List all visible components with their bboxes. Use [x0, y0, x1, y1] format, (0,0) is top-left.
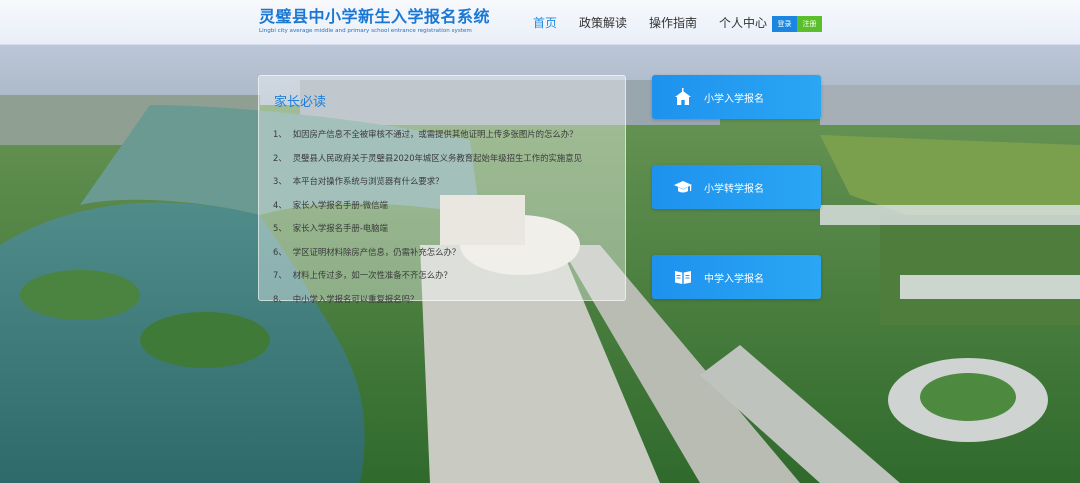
- nav-personal-center[interactable]: 个人中心: [719, 16, 767, 30]
- notice-item-number: 1、: [273, 129, 287, 139]
- notice-item-text: 中小学入学报名可以重复报名吗？: [292, 293, 419, 304]
- notice-item-number: 3、: [273, 176, 287, 186]
- primary-school-enroll-button[interactable]: 小学入学报名: [652, 75, 821, 119]
- notice-item[interactable]: 1、 如因房产信息不全被审核不通过，或需提供其他证明上传多张图片的怎么办？: [273, 128, 582, 152]
- notice-item[interactable]: 6、 学区证明材料除房产信息，仍需补充怎么办？: [273, 246, 582, 270]
- notice-item-text: 家长入学报名手册-电脑端: [292, 223, 388, 233]
- brand: 灵璧县中小学新生入学报名系统 Lingbi city average middl…: [259, 7, 490, 35]
- notice-item[interactable]: 5、 家长入学报名手册-电脑端: [273, 222, 582, 246]
- action-label: 小学转学报名: [704, 183, 764, 195]
- notice-item-number: 2、: [273, 152, 287, 163]
- parent-notice-panel: 家长必读 1、 如因房产信息不全被审核不通过，或需提供其他证明上传多张图片的怎么办…: [258, 75, 626, 304]
- notice-item-number: 7、: [273, 270, 287, 280]
- open-book-icon: [672, 266, 694, 288]
- notice-item-text: 灵璧县人民政府关于灵璧县2020年城区义务教育起始年级招生工作的实施意见: [292, 152, 583, 163]
- notice-list: 1、 如因房产信息不全被审核不通过，或需提供其他证明上传多张图片的怎么办？ 2、灵…: [273, 128, 582, 316]
- school-building-icon: [672, 86, 694, 108]
- notice-item-text: 材料上传过多，如一次性准备不齐怎么办？: [292, 270, 452, 280]
- main-nav: 首页 政策解读 操作指南 个人中心: [533, 16, 789, 30]
- top-header: 灵璧县中小学新生入学报名系统 Lingbi city average middl…: [0, 0, 1080, 45]
- notice-item-text: 学区证明材料除房产信息，仍需补充怎么办？: [292, 246, 461, 257]
- nav-policy[interactable]: 政策解读: [579, 16, 627, 30]
- middle-school-enroll-button[interactable]: 中学入学报名: [652, 255, 821, 299]
- notice-item-number: 5、: [273, 223, 287, 233]
- notice-item-text: 家长入学报名手册-微信端: [292, 199, 388, 210]
- site-title: 灵璧县中小学新生入学报名系统: [259, 7, 491, 26]
- action-label: 中学入学报名: [704, 273, 764, 285]
- notice-item-number: 6、: [273, 246, 287, 257]
- notice-item[interactable]: 4、 家长入学报名手册-微信端: [273, 199, 582, 223]
- primary-school-transfer-button[interactable]: 小学转学报名: [652, 165, 821, 209]
- notice-item-text: 如因房产信息不全被审核不通过，或需提供其他证明上传多张图片的怎么办？: [292, 129, 578, 139]
- graduation-cap-icon: [672, 176, 694, 198]
- nav-home[interactable]: 首页: [533, 16, 557, 30]
- site-subtitle: Lingbi city average middle and primary s…: [259, 28, 472, 34]
- action-label: 小学入学报名: [704, 93, 764, 105]
- login-button[interactable]: 登录: [772, 16, 797, 32]
- register-button[interactable]: 注册: [797, 16, 822, 32]
- notice-title: 家长必读: [274, 95, 327, 110]
- notice-item[interactable]: 2、 灵璧县人民政府关于灵璧县2020年城区义务教育起始年级招生工作的实施意见: [273, 152, 582, 176]
- notice-item-text: 本平台对操作系统与浏览器有什么要求？: [292, 176, 444, 186]
- notice-item-number: 4、: [273, 199, 287, 210]
- notice-item-number: 8、: [273, 293, 287, 304]
- notice-item[interactable]: 7、 材料上传过多，如一次性准备不齐怎么办？: [273, 269, 582, 293]
- nav-guide[interactable]: 操作指南: [649, 16, 697, 30]
- notice-item[interactable]: 8、 中小学入学报名可以重复报名吗？: [273, 293, 582, 317]
- notice-item[interactable]: 3、 本平台对操作系统与浏览器有什么要求？: [273, 175, 582, 199]
- auth-buttons: 登录 注册: [772, 16, 822, 32]
